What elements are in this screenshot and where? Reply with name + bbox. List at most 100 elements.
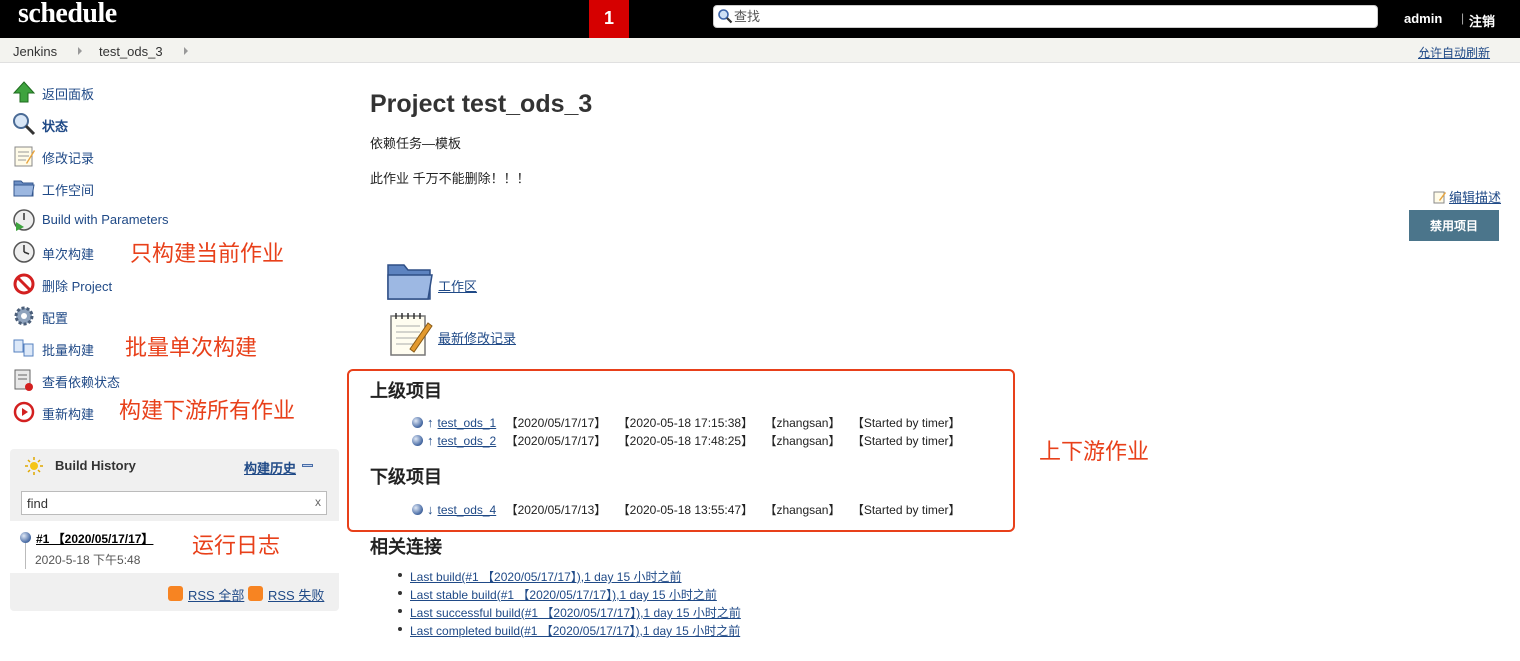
rss-all-link[interactable]: RSS 全部: [188, 585, 244, 604]
changes-notepad-icon[interactable]: [388, 311, 434, 357]
project-field: 【2020/05/17/17】: [505, 416, 607, 430]
task-label: 单次构建: [42, 247, 95, 262]
breadcrumb-item-jenkins[interactable]: Jenkins: [13, 44, 57, 59]
build-filter-input[interactable]: [27, 495, 297, 511]
build-filter[interactable]: x: [21, 491, 327, 515]
task-changes[interactable]: 修改记录: [12, 144, 332, 168]
changes-link[interactable]: 最新修改记录: [438, 328, 516, 347]
task-label: 修改记录: [42, 151, 95, 166]
down-arrow-icon: ↓: [427, 502, 434, 517]
breadcrumb-arrow-icon[interactable]: [78, 47, 82, 55]
task-label: 返回面板: [42, 87, 95, 102]
annotation-upstream-downstream: 上下游作业: [1039, 439, 1150, 464]
notification-badge[interactable]: 1: [589, 0, 629, 38]
related-links-title: 相关连接: [370, 537, 442, 557]
edit-description-link[interactable]: 编辑描述: [1433, 187, 1501, 206]
task-label: 配置: [42, 311, 69, 326]
up-arrow-icon: [12, 81, 36, 103]
project-field: 【zhangsan】: [764, 434, 841, 448]
upstream-title: 上级项目: [370, 381, 442, 401]
task-back-to-dashboard[interactable]: 返回面板: [12, 80, 332, 104]
header-separator: |: [1461, 11, 1465, 25]
downstream-title: 下级项目: [370, 467, 442, 487]
project-field: 【Started by timer】: [851, 434, 961, 448]
project-field: 【Started by timer】: [851, 416, 961, 430]
annotation-rebuild: 构建下游所有作业: [119, 398, 296, 423]
workspace-link[interactable]: 工作区: [438, 276, 477, 295]
clear-filter-icon[interactable]: x: [315, 495, 321, 509]
status-ball-icon: [412, 417, 423, 428]
search-input[interactable]: [734, 8, 1354, 25]
project-field: 【2020-05-18 17:48:25】: [617, 434, 754, 448]
search-box[interactable]: [713, 5, 1378, 28]
logout-link[interactable]: 注销: [1469, 11, 1495, 30]
build-trend-link[interactable]: 构建历史: [244, 458, 296, 477]
task-build-with-parameters[interactable]: Build with Parameters: [12, 208, 332, 232]
build-date: 2020-5-18 下午5:48: [35, 553, 141, 567]
breadcrumb-arrow-icon[interactable]: [184, 47, 188, 55]
sun-icon: [25, 457, 43, 475]
workspace-folder-icon[interactable]: [386, 261, 434, 303]
annotation-log: 运行日志: [192, 533, 281, 558]
batch-icon: [13, 339, 34, 357]
last-build-link[interactable]: Last build(#1 【2020/05/17/17】),1 day 15 …: [410, 568, 682, 585]
up-arrow-icon: ↑: [427, 415, 434, 430]
timeline-line: [25, 543, 26, 569]
collapse-icon[interactable]: [302, 464, 313, 467]
task-label: 重新构建: [42, 407, 95, 422]
status-ball-icon: [412, 435, 423, 446]
disable-project-button[interactable]: 禁用项目: [1409, 210, 1499, 241]
project-field: 【Started by timer】: [851, 503, 961, 517]
top-header: schedule 1 admin | 注销: [0, 0, 1520, 38]
breadcrumb-item-project[interactable]: test_ods_3: [99, 44, 163, 59]
task-label: 删除 Project: [42, 279, 113, 294]
rss-icon: [168, 586, 183, 601]
status-ball-icon: [412, 504, 423, 515]
task-configure[interactable]: 配置: [12, 304, 332, 328]
gear-icon: [14, 306, 34, 326]
notepad-icon: [14, 146, 35, 167]
build-row[interactable]: #1 【2020/05/17/17】 2020-5-18 下午5:48: [10, 521, 339, 573]
build-status-ball-icon: [20, 532, 31, 543]
task-dependency-status[interactable]: 查看依赖状态: [12, 368, 332, 392]
description-line-1: 依赖任务—模板: [370, 136, 462, 151]
build-history-title: Build History: [55, 458, 136, 473]
rss-fail-link[interactable]: RSS 失败: [268, 585, 324, 604]
description-line-2: 此作业 千万不能删除！！！: [370, 171, 530, 186]
edit-icon: [1433, 191, 1446, 204]
magnifier-icon: [13, 113, 36, 136]
project-link[interactable]: test_ods_2: [438, 434, 497, 448]
project-field: 【2020/05/17/17】: [505, 434, 607, 448]
clock-icon: [13, 241, 35, 263]
rss-icon: [248, 586, 263, 601]
auto-refresh-link[interactable]: 允许自动刷新: [1418, 44, 1490, 61]
task-label: 状态: [42, 119, 69, 134]
annotation-single-build: 只构建当前作业: [130, 241, 285, 266]
search-icon: [718, 9, 733, 24]
task-workspace[interactable]: 工作空间: [12, 176, 332, 200]
task-status[interactable]: 状态: [12, 112, 332, 136]
user-link[interactable]: admin: [1404, 11, 1442, 26]
dependency-icon: [14, 369, 33, 391]
task-delete-project[interactable]: 删除 Project: [12, 272, 332, 296]
last-successful-build-link[interactable]: Last successful build(#1 【2020/05/17/17】…: [410, 604, 741, 621]
project-field: 【2020/05/17/13】: [505, 503, 607, 517]
page-title: Project test_ods_3: [370, 90, 593, 118]
task-label: 查看依赖状态: [42, 375, 121, 390]
project-link[interactable]: test_ods_1: [438, 416, 497, 430]
project-field: 【zhangsan】: [764, 416, 841, 430]
annotation-batch-build: 批量单次构建: [125, 335, 258, 360]
last-stable-build-link[interactable]: Last stable build(#1 【2020/05/17/17】),1 …: [410, 586, 717, 603]
project-link[interactable]: test_ods_4: [438, 503, 497, 517]
upstream-project-row: ↑ test_ods_1 【2020/05/17/17】 【2020-05-18 …: [412, 414, 961, 430]
project-field: 【2020-05-18 13:55:47】: [617, 503, 754, 517]
last-completed-build-link[interactable]: Last completed build(#1 【2020/05/17/17】)…: [410, 622, 740, 639]
task-label: Build with Parameters: [42, 212, 169, 227]
task-label: 工作空间: [42, 183, 95, 198]
folder-icon: [13, 180, 35, 197]
build-link[interactable]: #1 【2020/05/17/17】: [36, 530, 153, 547]
project-field: 【zhangsan】: [764, 503, 841, 517]
breadcrumb: Jenkins test_ods_3 允许自动刷新: [0, 38, 1520, 63]
app-logo[interactable]: schedule: [18, 0, 117, 30]
rebuild-icon: [13, 401, 35, 423]
